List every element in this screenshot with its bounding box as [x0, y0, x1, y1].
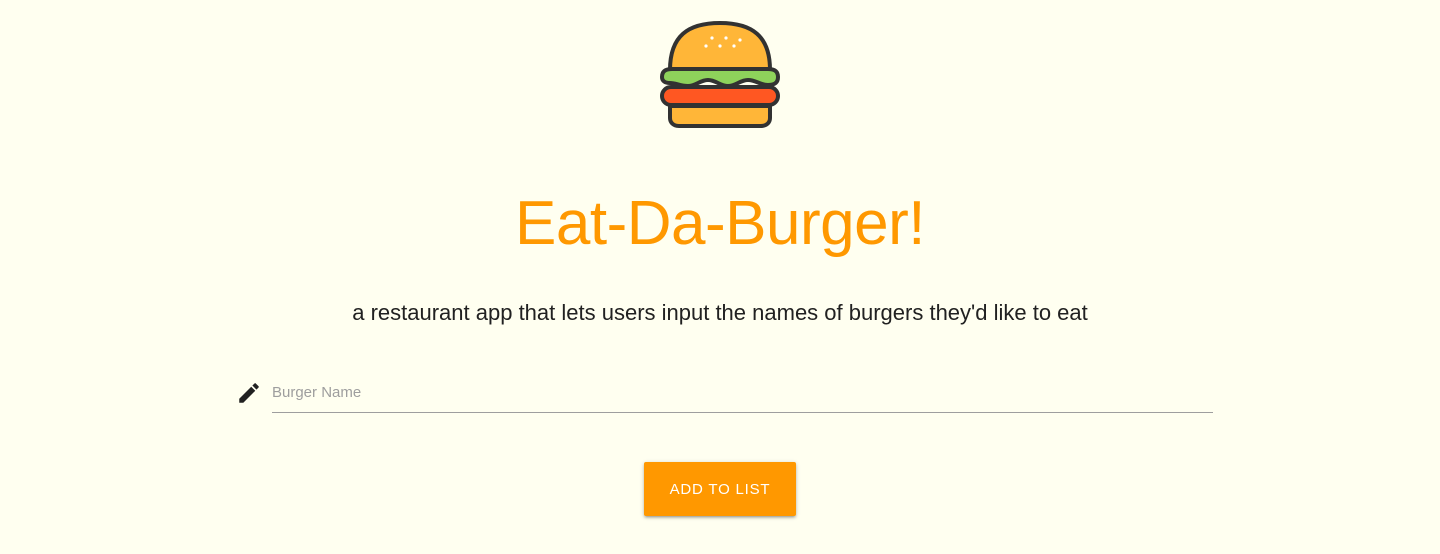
burger-icon	[660, 21, 780, 128]
page-subtitle: a restaurant app that lets users input t…	[352, 300, 1088, 325]
burger-name-field	[272, 372, 1213, 414]
page: Eat-Da-Burger! a restaurant app that let…	[0, 0, 1440, 554]
burger-name-input[interactable]	[272, 372, 1213, 413]
pencil-icon	[239, 383, 259, 403]
page-title: Eat-Da-Burger!	[515, 189, 925, 258]
add-to-list-button[interactable]: Add to List	[644, 462, 796, 516]
